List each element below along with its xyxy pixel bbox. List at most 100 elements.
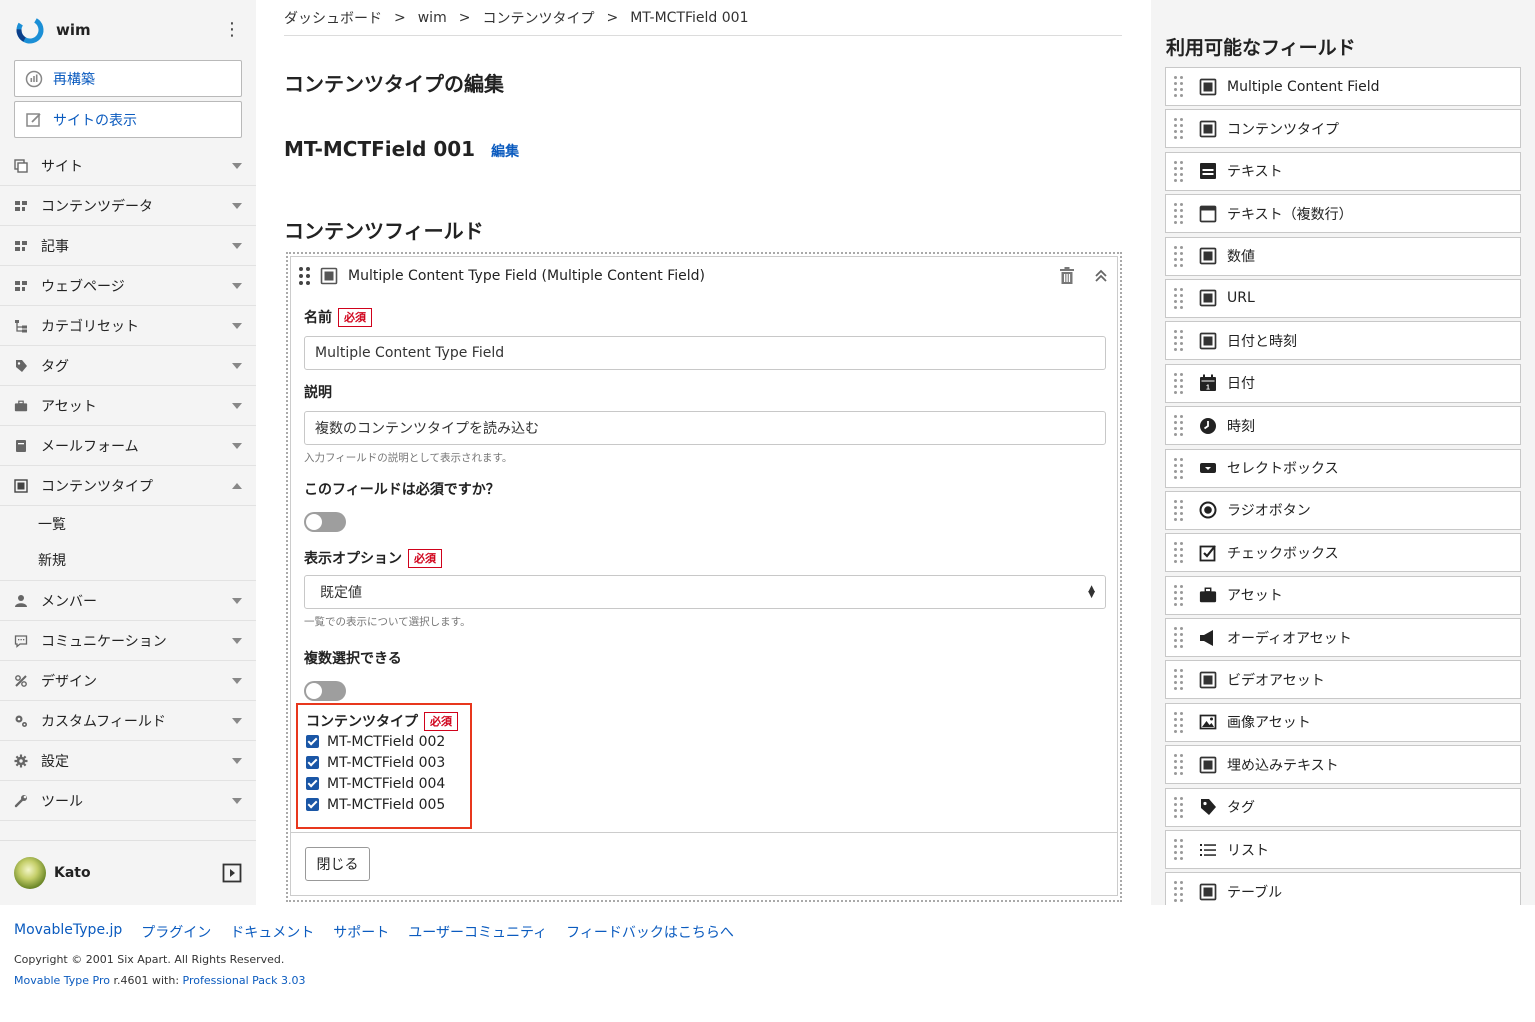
available-field-item[interactable]: ラジオボタン (1165, 490, 1521, 530)
drag-handle-icon[interactable] (1174, 881, 1183, 903)
name-input[interactable]: Multiple Content Type Field (304, 336, 1106, 370)
drag-handle-icon[interactable] (1174, 542, 1183, 564)
available-field-item[interactable]: Multiple Content Field (1165, 67, 1521, 106)
available-field-item[interactable]: オーディオアセット (1165, 618, 1521, 658)
sidebar-item[interactable]: デザイン (0, 661, 256, 701)
chevron-down-icon[interactable] (232, 402, 242, 409)
sidebar-subitem-list[interactable]: 一覧 (0, 506, 256, 542)
checkbox-checked-icon[interactable] (306, 735, 319, 748)
breadcrumb-dashboard[interactable]: ダッシュボード (284, 8, 382, 28)
drag-handle-icon[interactable] (1174, 372, 1183, 394)
edit-name-link[interactable]: 編集 (491, 141, 519, 161)
chevron-down-icon[interactable] (232, 797, 242, 804)
drag-handle-icon[interactable] (1174, 415, 1183, 437)
chevron-down-icon[interactable] (232, 442, 242, 449)
drag-handle-icon[interactable] (1174, 796, 1183, 818)
footer-link[interactable]: MovableType.jp (14, 922, 122, 942)
description-input[interactable]: 複数のコンテンツタイプを読み込む (304, 411, 1106, 445)
sidebar-item[interactable]: タグ (0, 346, 256, 386)
chevron-down-icon[interactable] (232, 677, 242, 684)
available-field-item[interactable]: リスト (1165, 830, 1521, 870)
sidebar-item[interactable]: メンバー (0, 581, 256, 621)
sidebar-item[interactable]: ツール (0, 781, 256, 821)
rebuild-button[interactable]: 再構築 (14, 60, 242, 97)
checkbox-checked-icon[interactable] (306, 777, 319, 790)
drag-handle-icon[interactable] (1174, 203, 1183, 225)
chevron-down-icon[interactable] (232, 717, 242, 724)
content-type-option[interactable]: MT-MCTField 003 (306, 752, 470, 773)
available-field-item[interactable]: 数値 (1165, 236, 1521, 276)
sidebar-item[interactable]: 記事 (0, 226, 256, 266)
checkbox-checked-icon[interactable] (306, 798, 319, 811)
drag-handle-icon[interactable] (1174, 839, 1183, 861)
drag-handle-icon[interactable] (1174, 76, 1183, 97)
sidebar-item[interactable]: 設定 (0, 741, 256, 781)
drag-handle-icon[interactable] (1174, 754, 1183, 776)
available-field-item[interactable]: チェックボックス (1165, 533, 1521, 573)
sidebar-item[interactable]: コンテンツタイプ (0, 466, 256, 506)
footer-link[interactable]: プラグイン (141, 922, 211, 942)
chevron-up-icon[interactable] (1095, 269, 1107, 283)
drag-handle-icon[interactable] (1174, 330, 1183, 352)
drag-handle-icon[interactable] (1174, 245, 1183, 267)
chevron-up-icon[interactable] (232, 482, 242, 489)
chevron-down-icon[interactable] (232, 202, 242, 209)
footer-link[interactable]: ドキュメント (230, 922, 314, 942)
user-name[interactable]: Kato (54, 865, 222, 881)
available-field-item[interactable]: ビデオアセット (1165, 660, 1521, 700)
sidebar-item[interactable]: カテゴリセット (0, 306, 256, 346)
breadcrumb-content-type[interactable]: コンテンツタイプ (482, 8, 594, 28)
drag-handle-icon[interactable] (1174, 118, 1183, 140)
sidebar-item[interactable]: アセット (0, 386, 256, 426)
chevron-down-icon[interactable] (232, 757, 242, 764)
footer-link[interactable]: ユーザーコミュニティ (408, 922, 547, 942)
chevron-down-icon[interactable] (232, 242, 242, 249)
available-field-item[interactable]: アセット (1165, 575, 1521, 615)
sidebar-item[interactable]: コミュニケーション (0, 621, 256, 661)
drag-handle-icon[interactable] (1174, 287, 1183, 309)
drag-handle-icon[interactable] (1174, 160, 1183, 182)
drag-handle-icon[interactable] (1174, 584, 1183, 606)
drag-handle-icon[interactable] (1174, 627, 1183, 649)
drag-handle-icon[interactable] (1174, 457, 1183, 479)
sidebar-item[interactable]: メールフォーム (0, 426, 256, 466)
chevron-down-icon[interactable] (232, 597, 242, 604)
drag-handle-icon[interactable] (1174, 499, 1183, 521)
chevron-down-icon[interactable] (232, 322, 242, 329)
checkbox-checked-icon[interactable] (306, 756, 319, 769)
trash-icon[interactable] (1059, 267, 1075, 285)
content-type-option[interactable]: MT-MCTField 002 (306, 731, 470, 752)
avatar[interactable] (14, 857, 46, 889)
chevron-down-icon[interactable] (232, 162, 242, 169)
display-option-select[interactable]: 既定値 ▲ ▼ (304, 575, 1106, 609)
available-field-item[interactable]: コンテンツタイプ (1165, 109, 1521, 149)
sidebar-subitem-new[interactable]: 新規 (0, 542, 256, 578)
available-field-item[interactable]: テキスト（複数行） (1165, 194, 1521, 234)
drag-handle-icon[interactable] (1174, 711, 1183, 733)
mt-logo-icon[interactable] (14, 14, 46, 46)
drag-handle-icon[interactable] (1174, 669, 1183, 691)
footer-link[interactable]: サポート (333, 922, 389, 942)
sidebar-item[interactable]: コンテンツデータ (0, 186, 256, 226)
available-field-item[interactable]: 時刻 (1165, 406, 1521, 446)
chevron-down-icon[interactable] (232, 282, 242, 289)
view-site-button[interactable]: サイトの表示 (14, 101, 242, 138)
breadcrumb-site[interactable]: wim (418, 10, 447, 26)
close-button[interactable]: 閉じる (305, 847, 370, 881)
kebab-menu-icon[interactable]: ⋮ (222, 21, 242, 39)
version-product-link[interactable]: Movable Type Pro (14, 974, 110, 987)
available-field-item[interactable]: 画像アセット (1165, 702, 1521, 742)
available-field-item[interactable]: 日付と時刻 (1165, 321, 1521, 361)
required-toggle[interactable] (304, 512, 346, 532)
sidebar-item[interactable]: ウェブページ (0, 266, 256, 306)
sidebar-item[interactable]: サイト (0, 146, 256, 186)
available-field-item[interactable]: テーブル (1165, 872, 1521, 905)
available-field-item[interactable]: セレクトボックス (1165, 448, 1521, 488)
collapse-sidebar-icon[interactable] (222, 863, 242, 883)
content-type-option[interactable]: MT-MCTField 004 (306, 773, 470, 794)
available-field-item[interactable]: タグ (1165, 787, 1521, 827)
version-pack-link[interactable]: Professional Pack 3.03 (183, 974, 306, 987)
multiple-select-toggle[interactable] (304, 681, 346, 701)
available-field-item[interactable]: テキスト (1165, 151, 1521, 191)
footer-link[interactable]: フィードバックはこちらへ (566, 922, 734, 942)
